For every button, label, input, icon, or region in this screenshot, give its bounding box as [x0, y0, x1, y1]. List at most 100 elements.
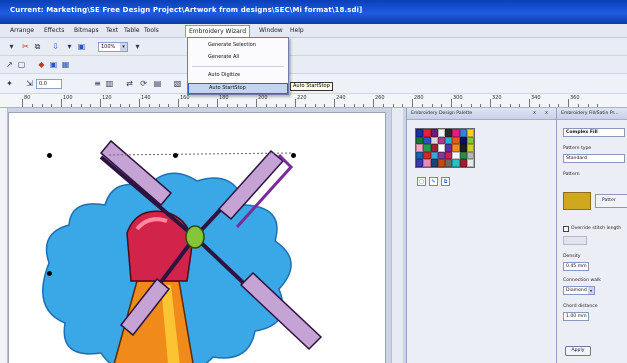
palette-swatch[interactable]	[459, 136, 467, 145]
frame-icon[interactable]: ▣	[48, 59, 59, 70]
connection-select[interactable]: Diamond ▾	[563, 286, 595, 295]
palette-swatch[interactable]	[466, 144, 474, 152]
palette-pin-icon[interactable]: x	[533, 110, 536, 116]
palette-swatch[interactable]	[416, 159, 424, 167]
chevron-down-icon[interactable]: ▾	[120, 43, 127, 51]
palette-swatch[interactable]	[423, 151, 431, 160]
selection-handle[interactable]	[47, 153, 52, 158]
palette-new-icon[interactable]: ▢	[417, 177, 426, 186]
fill-type-field[interactable]: Complex Fill	[563, 128, 625, 137]
palette-swatch[interactable]	[416, 129, 424, 137]
pattern-type-select[interactable]: Standard	[563, 154, 625, 163]
palette-swatch[interactable]	[459, 151, 467, 160]
mirror-icon[interactable]: ⇄	[124, 78, 135, 89]
palette-swatch[interactable]	[459, 129, 467, 137]
palette-swatch[interactable]	[423, 144, 431, 152]
palette-swatch[interactable]	[416, 151, 424, 160]
drawing-page[interactable]	[8, 112, 386, 363]
group-icon[interactable]: ▤	[152, 78, 163, 89]
pattern-button[interactable]: Patter	[595, 194, 627, 208]
palette-swatch[interactable]	[430, 151, 438, 160]
palette-edit-icon[interactable]: ✎	[429, 177, 438, 186]
rectangle-icon[interactable]: ▢	[16, 59, 27, 70]
import-icon[interactable]: ⇩	[50, 41, 61, 52]
horizontal-ruler[interactable]: 80 100 120 140 160 180 200 220 240 260 280 300 320 34…	[0, 94, 627, 108]
menu-text[interactable]: Text	[106, 27, 118, 34]
menu-tools[interactable]: Tools	[144, 27, 159, 34]
menu-item-generate-all[interactable]: Generate All	[188, 52, 288, 63]
grid-icon[interactable]: ▦	[60, 59, 71, 70]
selection-handle[interactable]	[291, 153, 296, 158]
palette-copy-icon[interactable]: ⧉	[441, 177, 450, 186]
menu-arrange[interactable]: Arrange	[10, 27, 34, 34]
print-icon[interactable]: ▣	[76, 41, 87, 52]
chord-field[interactable]: 1.00 mm	[563, 312, 589, 321]
palette-swatch[interactable]	[452, 151, 460, 160]
menu-bitmaps[interactable]: Bitmaps	[74, 27, 99, 34]
palette-swatch[interactable]	[466, 151, 474, 160]
curve-icon[interactable]: ↗	[4, 59, 15, 70]
palette-swatch[interactable]	[437, 144, 445, 152]
override-checkbox[interactable]	[563, 226, 569, 232]
palette-swatch[interactable]	[452, 144, 460, 152]
pick-tool-icon[interactable]: ✦	[4, 78, 15, 89]
palette-swatch[interactable]	[445, 159, 453, 167]
color-palette[interactable]	[415, 128, 475, 168]
palette-swatch[interactable]	[466, 159, 474, 167]
menu-item-auto-digitize[interactable]: Auto Digitize	[188, 70, 288, 81]
menu-effects[interactable]: Effects	[44, 27, 64, 34]
palette-swatch[interactable]	[416, 144, 424, 152]
position-field[interactable]: 0.0	[36, 79, 62, 89]
palette-swatch[interactable]	[445, 129, 453, 137]
apply-button[interactable]: Apply	[565, 346, 591, 356]
align-left-icon[interactable]: ≡	[92, 78, 103, 89]
palette-swatch[interactable]	[445, 144, 453, 152]
pattern-swatch[interactable]	[563, 192, 591, 210]
windmill-artwork[interactable]	[9, 113, 387, 363]
menu-help[interactable]: Help	[290, 27, 304, 34]
rotate-icon[interactable]: ⟳	[138, 78, 149, 89]
vertical-ruler[interactable]	[0, 108, 8, 363]
new-icon[interactable]: ▾	[6, 41, 17, 52]
menu-item-auto-startstop[interactable]: Auto StartStop	[188, 83, 288, 94]
palette-swatch[interactable]	[423, 129, 431, 137]
cut-icon[interactable]: ✂	[20, 41, 31, 52]
chevron-down-icon[interactable]: ▾	[588, 287, 594, 294]
menu-item-generate-selection[interactable]: Generate Selection	[188, 40, 288, 51]
palette-swatch[interactable]	[416, 136, 424, 145]
palette-swatch[interactable]	[437, 129, 445, 137]
canvas-area[interactable]	[0, 108, 406, 363]
palette-swatch[interactable]	[423, 159, 431, 167]
palette-swatch[interactable]	[452, 159, 460, 167]
palette-swatch[interactable]	[423, 136, 431, 145]
menu-embroidery-wizard[interactable]: Embroidery Wizard	[185, 25, 251, 37]
palette-swatch[interactable]	[466, 136, 474, 145]
palette-swatch[interactable]	[452, 136, 460, 145]
copy-icon[interactable]: ⧉	[32, 41, 43, 52]
density-field[interactable]: 0.45 mm	[563, 262, 589, 271]
palette-swatch[interactable]	[452, 129, 460, 137]
palette-swatch[interactable]	[459, 159, 467, 167]
palette-swatch[interactable]	[445, 151, 453, 160]
selection-handle[interactable]	[173, 153, 178, 158]
palette-swatch[interactable]	[437, 151, 445, 160]
palette-swatch[interactable]	[430, 159, 438, 167]
node-icon[interactable]: ◆	[36, 59, 47, 70]
palette-swatch[interactable]	[445, 136, 453, 145]
selection-handle[interactable]	[47, 271, 52, 276]
snap-icon[interactable]: ▾	[132, 41, 143, 52]
palette-swatch[interactable]	[437, 159, 445, 167]
zoom-combo[interactable]: 100% ▾	[98, 42, 128, 52]
palette-swatch[interactable]	[430, 144, 438, 152]
menu-window[interactable]: Window	[259, 27, 283, 34]
palette-swatch[interactable]	[466, 129, 474, 137]
order-icon[interactable]: ▧	[172, 78, 183, 89]
palette-swatch[interactable]	[459, 144, 467, 152]
palette-swatch[interactable]	[437, 136, 445, 145]
palette-swatch[interactable]	[430, 136, 438, 145]
export-icon[interactable]: ▾	[64, 41, 75, 52]
palette-close-icon[interactable]: x	[545, 110, 548, 116]
vertical-scrollbar[interactable]	[391, 108, 403, 363]
palette-swatch[interactable]	[430, 129, 438, 137]
menu-table[interactable]: Table	[124, 27, 140, 34]
